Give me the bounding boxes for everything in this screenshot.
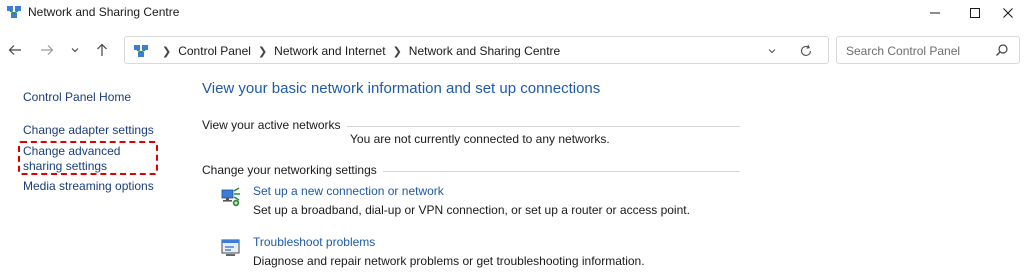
address-bar[interactable]: ❯ Control Panel ❯ Network and Internet ❯…	[124, 36, 829, 64]
no-network-message: You are not currently connected to any n…	[350, 132, 610, 146]
address-dropdown-chevron-icon[interactable]	[765, 44, 779, 58]
breadcrumb-network-and-sharing-centre[interactable]: Network and Sharing Centre	[409, 44, 560, 58]
sidebar-item-media-streaming-options[interactable]: Media streaming options	[23, 179, 154, 194]
breadcrumb-control-panel[interactable]: Control Panel	[178, 44, 251, 58]
chevron-right-icon[interactable]: ❯	[258, 45, 267, 58]
network-center-icon	[133, 43, 149, 59]
window-title: Network and Sharing Centre	[28, 5, 180, 19]
address-row: ❯ Control Panel ❯ Network and Internet ❯…	[0, 34, 1024, 66]
chevron-right-icon[interactable]: ❯	[393, 45, 402, 58]
section-divider	[330, 126, 740, 127]
new-connection-icon	[220, 186, 242, 208]
breadcrumb: ❯ Control Panel ❯ Network and Internet ❯…	[155, 44, 560, 58]
title-bar: Network and Sharing Centre	[0, 0, 1024, 28]
search-input[interactable]: Search Control Panel	[836, 36, 1020, 64]
sidebar-item-change-adapter-settings[interactable]: Change adapter settings	[23, 123, 154, 138]
close-button[interactable]	[992, 0, 1024, 26]
troubleshoot-problems-link[interactable]: Troubleshoot problems	[253, 235, 375, 249]
networking-settings-heading: Change your networking settings	[202, 163, 383, 177]
up-button[interactable]	[93, 42, 111, 58]
forward-button[interactable]	[38, 42, 56, 58]
search-icon[interactable]	[995, 43, 1009, 57]
highlight-annotation	[18, 141, 158, 175]
troubleshoot-description: Diagnose and repair network problems or …	[253, 254, 645, 268]
page-title: View your basic network information and …	[202, 80, 601, 97]
breadcrumb-network-and-internet[interactable]: Network and Internet	[274, 44, 385, 58]
network-center-icon	[6, 4, 22, 20]
back-button[interactable]	[6, 42, 24, 58]
set-up-connection-link[interactable]: Set up a new connection or network	[253, 184, 444, 198]
set-up-connection-description: Set up a broadband, dial-up or VPN conne…	[253, 203, 690, 217]
active-networks-heading: View your active networks	[202, 118, 347, 132]
chevron-right-icon: ❯	[162, 45, 172, 58]
recent-locations-chevron-icon[interactable]	[66, 42, 84, 58]
search-placeholder: Search Control Panel	[846, 44, 961, 58]
section-divider	[366, 171, 740, 172]
refresh-icon[interactable]	[799, 44, 813, 58]
troubleshoot-icon	[220, 237, 242, 259]
sidebar-item-control-panel-home[interactable]: Control Panel Home	[23, 90, 131, 105]
